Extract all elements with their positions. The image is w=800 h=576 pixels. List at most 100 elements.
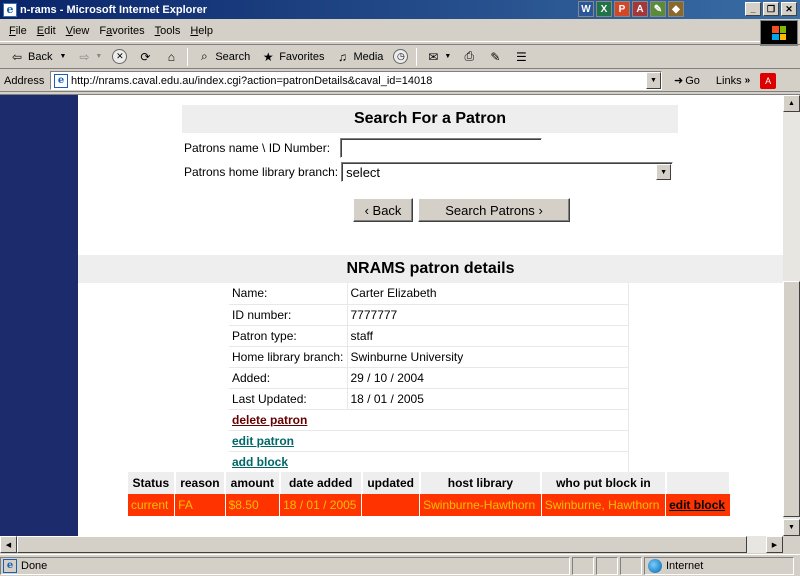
address-input[interactable]: e http://nrams.caval.edu.au/index.cgi?ac… (50, 71, 662, 90)
menu-edit[interactable]: Edit (32, 25, 61, 37)
close-icon[interactable]: ✕ (781, 2, 797, 16)
page-content: Search For a Patron Patrons name \ ID Nu… (78, 95, 783, 536)
chevron-down-icon[interactable]: ▼ (656, 164, 672, 180)
back-button[interactable]: ⇦ Back ▼ (4, 46, 71, 68)
add-block-link[interactable]: add block (232, 455, 288, 469)
search-button[interactable]: ⌕ Search (191, 46, 255, 68)
scroll-down-icon[interactable]: ▼ (783, 519, 800, 536)
paint-icon[interactable]: ◆ (668, 1, 684, 17)
menu-file[interactable]: File (4, 25, 32, 37)
go-button[interactable]: ➜ Go (674, 74, 700, 88)
quick-launch-apps: W X P A ✎ ◆ (578, 1, 684, 17)
column-header: reason (174, 472, 227, 494)
horizontal-scroll-thumb[interactable] (17, 536, 747, 553)
mail-icon: ✉ (428, 49, 439, 64)
page-viewport: Search For a Patron Patrons name \ ID Nu… (0, 94, 783, 536)
back-arrow-icon: ⇦ (11, 49, 23, 64)
scroll-left-icon[interactable]: ◀ (0, 536, 17, 553)
toolbar-separator (416, 47, 418, 66)
toolbar-separator (187, 47, 189, 66)
scroll-right-icon[interactable]: ▶ (766, 536, 783, 553)
vertical-scroll-thumb[interactable] (783, 281, 800, 517)
title-bar: e n-rams - Microsoft Internet Explorer W… (0, 0, 800, 19)
address-dropdown-icon[interactable]: ▼ (646, 72, 661, 89)
forward-button[interactable]: ⇨ ▼ (71, 46, 107, 68)
home-button[interactable]: ⌂ (158, 46, 184, 68)
delete-patron-link[interactable]: delete patron (232, 413, 307, 427)
address-bar: Address e http://nrams.caval.edu.au/inde… (0, 70, 800, 92)
menu-view[interactable]: View (61, 25, 95, 37)
security-zone: Internet (644, 556, 794, 575)
access-icon[interactable]: A (632, 1, 648, 17)
forward-dropdown-icon[interactable]: ▼ (95, 53, 102, 60)
menu-favorites[interactable]: Favorites (94, 25, 149, 37)
detail-value: 7777777 (347, 304, 629, 326)
column-header (665, 472, 732, 494)
powerpoint-icon[interactable]: P (614, 1, 630, 17)
column-header: Status (128, 472, 176, 494)
publisher-icon[interactable]: ✎ (650, 1, 666, 17)
restore-icon[interactable]: ❐ (763, 2, 779, 16)
detail-value: Swinburne University (347, 346, 629, 368)
patron-name-label: Patrons name \ ID Number: (184, 141, 331, 155)
site-sidebar (0, 95, 78, 536)
home-icon: ⌂ (167, 49, 175, 64)
print-button[interactable]: ⎙ (456, 46, 482, 68)
status-cell (572, 556, 594, 575)
back-button-page[interactable]: ‹ Back (353, 198, 413, 222)
detail-value: 18 / 01 / 2005 (347, 388, 629, 410)
media-icon: ♫ (337, 49, 347, 64)
block-date-added: 18 / 01 / 2005 (279, 494, 363, 516)
detail-label: Name: (229, 283, 348, 305)
column-header: updated (361, 472, 421, 494)
detail-value: staff (347, 325, 629, 347)
page-done-icon: e (3, 558, 17, 573)
stop-button[interactable]: ✕ (107, 46, 132, 68)
status-text: Done (21, 559, 48, 572)
patron-search-form: Search For a Patron Patrons name \ ID Nu… (182, 105, 678, 184)
column-header: who put block in (541, 472, 667, 494)
back-dropdown-icon[interactable]: ▼ (59, 53, 66, 60)
table-row: Name: Carter Elizabeth (229, 283, 629, 305)
horizontal-scrollbar[interactable]: ◀ ▶ (0, 536, 783, 553)
menu-bar: File Edit View Favorites Tools Help (0, 20, 760, 42)
refresh-button[interactable]: ⟳ (132, 46, 158, 68)
ie-logo-icon: e (3, 2, 17, 17)
menu-tools[interactable]: Tools (150, 25, 186, 37)
acrobat-icon[interactable]: A (760, 72, 777, 89)
edit-block-link[interactable]: edit block (665, 494, 731, 516)
history-button[interactable]: ◷ (388, 46, 413, 68)
search-buttons: ‹ Back Search Patrons › (353, 198, 570, 222)
edit-patron-link[interactable]: edit patron (232, 434, 294, 448)
detail-value: Carter Elizabeth (347, 283, 629, 305)
minimize-icon[interactable]: _ (745, 2, 761, 16)
mail-button[interactable]: ✉ ▼ (420, 46, 456, 68)
links-toolbar[interactable]: Links (716, 75, 742, 87)
scroll-up-icon[interactable]: ▲ (783, 95, 800, 112)
excel-icon[interactable]: X (596, 1, 612, 17)
block-host-library: Swinburne-Hawthorn (419, 494, 542, 516)
block-reason: FA (174, 494, 226, 516)
discuss-button[interactable]: ☰ (508, 46, 534, 68)
block-who: Swinburne, Hawthorn (541, 494, 667, 516)
column-header: date added (279, 472, 363, 494)
status-cell (596, 556, 618, 575)
mail-dropdown-icon[interactable]: ▼ (444, 53, 451, 60)
links-chevron-icon[interactable]: » (745, 75, 751, 86)
address-url[interactable]: http://nrams.caval.edu.au/index.cgi?acti… (71, 75, 432, 87)
edit-page-button[interactable]: ✎ (482, 46, 508, 68)
chevron-left-icon: ‹ (364, 202, 369, 218)
vertical-scrollbar[interactable]: ▲ ▼ (783, 94, 800, 536)
detail-label: Patron type: (229, 325, 348, 347)
patron-name-input[interactable] (340, 138, 543, 158)
toolbar: ⇦ Back ▼ ⇨ ▼ ✕ ⟳ ⌂ ⌕ Search ★ Favorites … (0, 44, 800, 69)
word-icon[interactable]: W (578, 1, 594, 17)
table-row: Added: 29 / 10 / 2004 (229, 367, 629, 389)
search-patrons-button[interactable]: Search Patrons › (418, 198, 570, 222)
branch-select[interactable]: select ▼ (341, 162, 674, 182)
details-heading: NRAMS patron details (78, 255, 783, 283)
menu-help[interactable]: Help (185, 25, 218, 37)
media-button[interactable]: ♫ Media (329, 46, 388, 68)
favorites-button[interactable]: ★ Favorites (255, 46, 329, 68)
windows-logo-icon (760, 20, 798, 46)
